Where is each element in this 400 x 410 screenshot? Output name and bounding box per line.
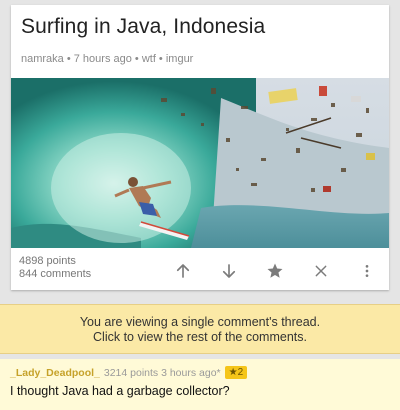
downvote-icon[interactable] <box>215 257 243 285</box>
post-title[interactable]: Surfing in Java, Indonesia <box>21 15 265 39</box>
post-meta: namraka • 7 hours ago • wtf • imgur <box>21 53 194 65</box>
hide-icon[interactable] <box>307 257 335 285</box>
star-icon[interactable] <box>261 257 289 285</box>
more-icon[interactable] <box>353 257 381 285</box>
post-actions <box>11 257 389 287</box>
comment-meta: 3214 points 3 hours ago* <box>103 366 221 379</box>
upvote-icon[interactable] <box>169 257 197 285</box>
post-card: Surfing in Java, Indonesia namraka • 7 h… <box>11 5 389 290</box>
comment-author[interactable]: _Lady_Deadpool_ <box>10 367 100 379</box>
single-thread-banner[interactable]: You are viewing a single comment's threa… <box>0 304 400 354</box>
comment-header: _Lady_Deadpool_ 3214 points 3 hours ago*… <box>10 366 390 379</box>
banner-line-1: You are viewing a single comment's threa… <box>79 315 321 329</box>
gilded-badge: ★2 <box>224 366 248 379</box>
comment[interactable]: _Lady_Deadpool_ 3214 points 3 hours ago*… <box>0 359 400 410</box>
post-image[interactable] <box>11 78 389 248</box>
banner-line-2: Click to view the rest of the comments. <box>93 330 307 344</box>
comment-body: I thought Java had a garbage collector? <box>10 384 230 398</box>
